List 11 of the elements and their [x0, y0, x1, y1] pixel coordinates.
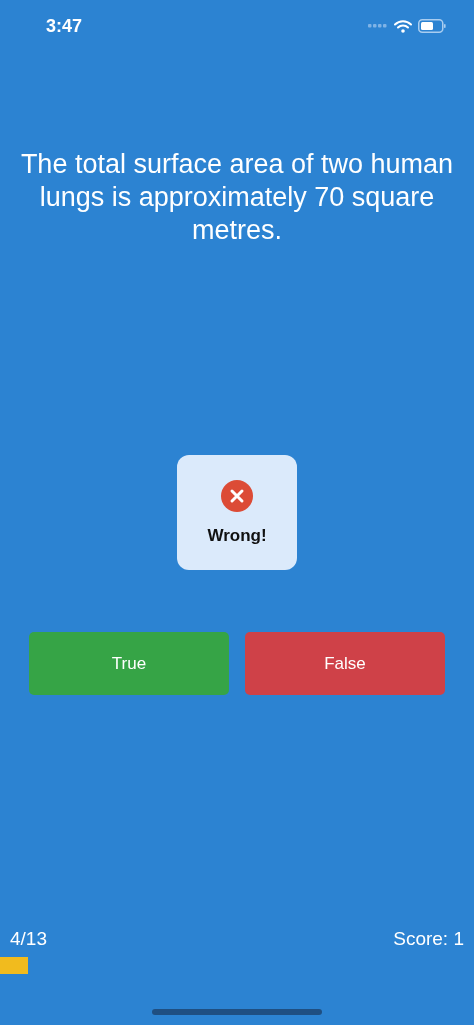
score-text: Score: 1: [393, 928, 464, 950]
feedback-text: Wrong!: [207, 525, 267, 546]
battery-icon: [418, 19, 446, 33]
question-counter: 4/13: [10, 928, 47, 950]
close-icon: [221, 479, 253, 512]
status-time: 3:47: [46, 15, 83, 37]
wifi-icon: [394, 19, 412, 33]
answer-button[interactable]: True: [29, 632, 229, 695]
answer-button[interactable]: False: [245, 632, 445, 695]
signal-icon: [368, 24, 388, 28]
question-text: The total surface area of two human lungs is approximately 70 square metres.: [20, 148, 454, 247]
